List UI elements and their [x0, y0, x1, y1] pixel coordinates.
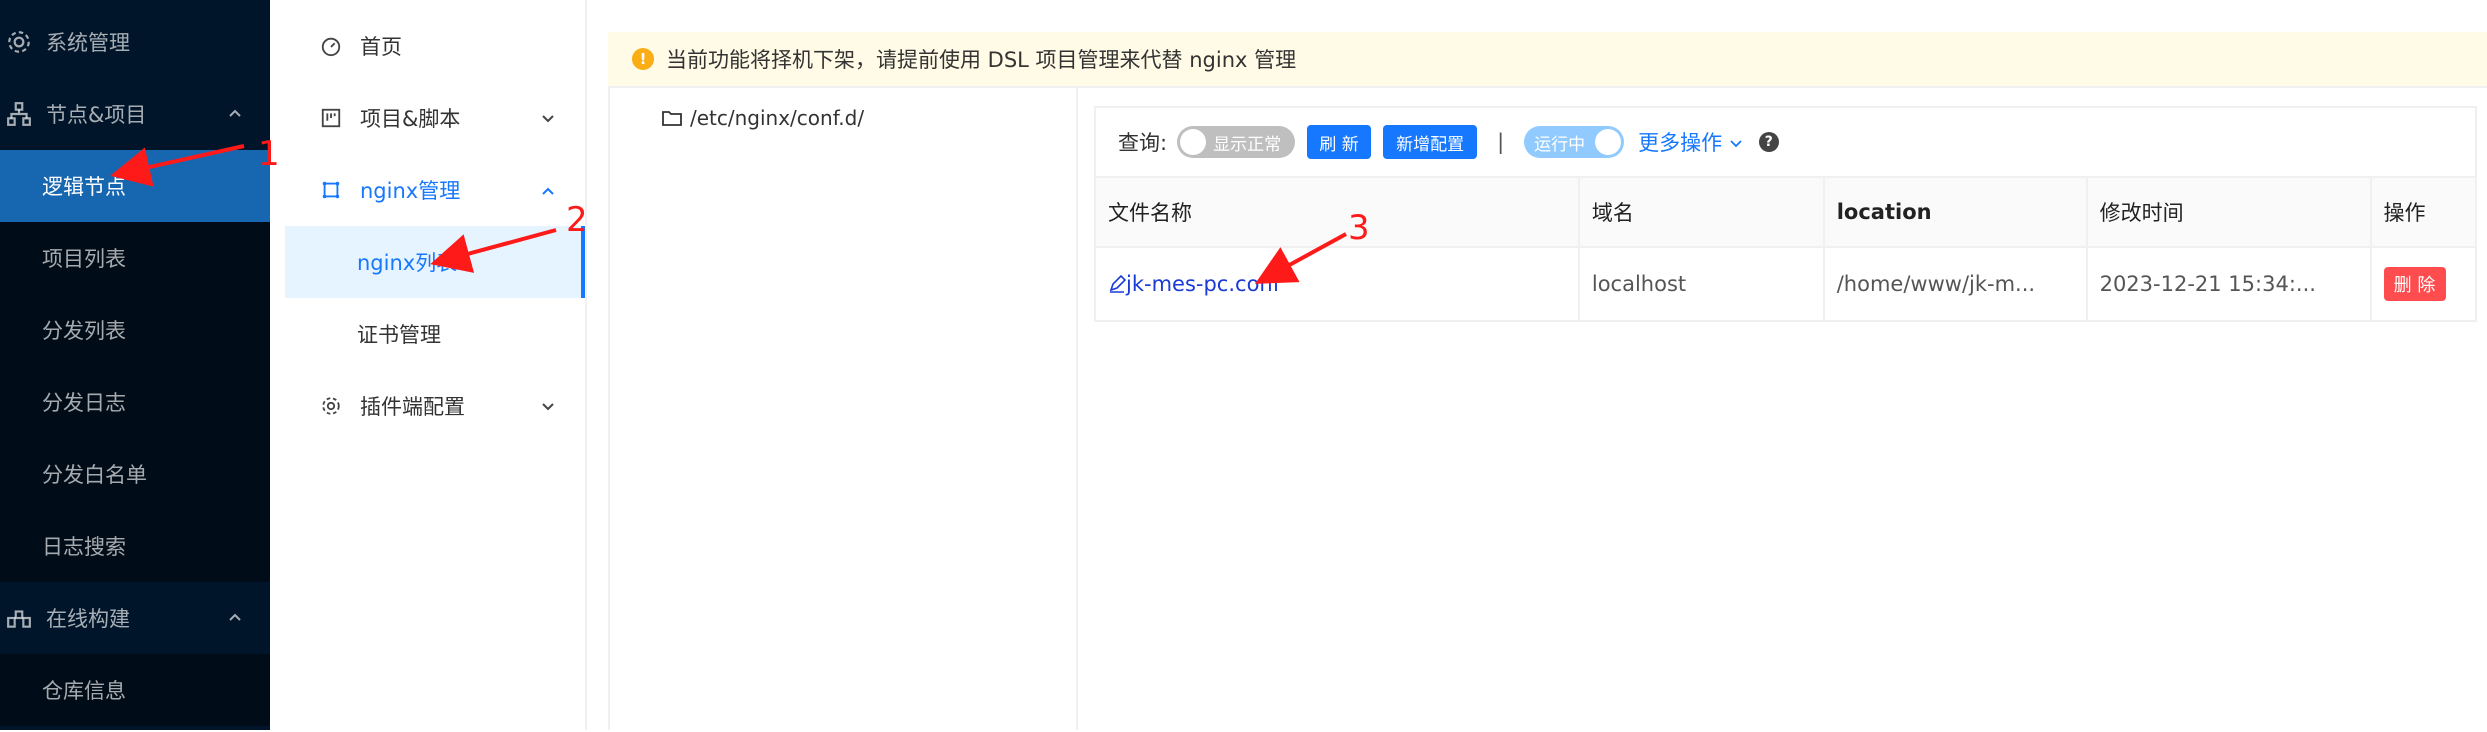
nginx-icon: [322, 181, 340, 199]
deprecation-notice: ! 当前功能将择机下架，请提前使用 DSL 项目管理来代替 nginx 管理: [608, 32, 2487, 86]
sitemap-icon: [7, 102, 31, 126]
gear-icon: [8, 31, 30, 53]
column-header-actions: 操作: [2369, 176, 2478, 248]
sidebar-item-dispatch-list[interactable]: 分发列表: [0, 294, 270, 366]
tree-node-conf-dir[interactable]: /etc/nginx/conf.d/: [662, 106, 864, 130]
sidebar-item-repo-info[interactable]: 仓库信息: [0, 654, 270, 726]
sidebar-item-label: 分发列表: [42, 319, 126, 343]
switch-knob: [1180, 129, 1207, 155]
menu-item-home[interactable]: 首页: [270, 10, 585, 82]
cell-filename: jk-mes-pc.conf: [1094, 246, 1580, 322]
edit-icon: [1109, 274, 1127, 293]
table-row: jk-mes-pc.conf localhost /home/www/jk-m.…: [1094, 246, 2478, 322]
sidebar-item-label: 项目列表: [42, 247, 126, 271]
more-actions-label: 更多操作: [1638, 131, 1723, 155]
build-icon: [7, 610, 31, 628]
sidebar-item-dispatch-whitelist[interactable]: 分发白名单: [0, 438, 270, 510]
refresh-button[interactable]: 刷 新: [1307, 125, 1372, 159]
sidebar-item-label: 在线构建: [46, 607, 130, 631]
sidebar-item-label: 节点&项目: [46, 103, 147, 127]
cell-domain: localhost: [1577, 246, 1825, 322]
sidebar-item-log-search[interactable]: 日志搜索: [0, 510, 270, 582]
gear-icon: [322, 397, 340, 415]
menu-item-label: 证书管理: [357, 323, 441, 347]
question-icon[interactable]: ?: [1758, 132, 1779, 152]
sidebar-item-label: 仓库信息: [42, 679, 126, 703]
sidebar-item-project-list[interactable]: 项目列表: [0, 222, 270, 294]
menu-item-project-script[interactable]: 项目&脚本: [270, 82, 585, 154]
sidebar-item-label: 日志搜索: [42, 535, 126, 559]
file-name: jk-mes-pc.conf: [1126, 272, 1281, 296]
cell-actions: 删 除: [2369, 246, 2478, 322]
menu-item-nginx-list[interactable]: nginx列表: [285, 226, 585, 298]
menu-item-label: 项目&脚本: [360, 107, 461, 131]
chevron-down-icon: [542, 403, 554, 411]
cell-location: /home/www/jk-m...: [1822, 246, 2088, 322]
menu-item-label: nginx管理: [360, 179, 461, 203]
main-sidebar: 系统管理 节点&项目 逻辑节点 项目列表 分发列表 分发日志 分发白名单 日志搜…: [0, 0, 270, 730]
switch-label: 运行中: [1534, 134, 1586, 155]
menu-item-label: 插件端配置: [360, 395, 465, 419]
sidebar-item-online-build[interactable]: 在线构建: [0, 582, 270, 654]
show-normal-switch[interactable]: 显示正常: [1177, 126, 1296, 158]
running-switch[interactable]: 运行中: [1524, 126, 1625, 158]
column-header-filename[interactable]: 文件名称: [1094, 176, 1580, 248]
chevron-down-icon: [1730, 140, 1742, 148]
column-header-domain[interactable]: 域名: [1577, 176, 1825, 248]
menu-item-cert-manage[interactable]: 证书管理: [270, 298, 585, 370]
secondary-menu: 首页 项目&脚本 nginx管理 nginx列表 证书管理 插件端配置: [270, 0, 587, 730]
notice-text: 当前功能将择机下架，请提前使用 DSL 项目管理来代替 nginx 管理: [666, 48, 1297, 72]
project-icon: [321, 108, 341, 128]
column-header-location[interactable]: location: [1822, 176, 2088, 248]
delete-button[interactable]: 删 除: [2383, 267, 2446, 301]
sidebar-item-node-project[interactable]: 节点&项目: [0, 78, 270, 150]
chevron-up-icon: [229, 613, 241, 621]
toolbar: 查询: 显示正常 刷 新 新增配置 | 运行中 更多操作 ?: [1094, 106, 2477, 176]
switch-label: 显示正常: [1213, 134, 1282, 155]
sidebar-item-label: 分发白名单: [42, 463, 147, 487]
menu-item-label: nginx列表: [357, 251, 458, 275]
query-label: 查询:: [1118, 131, 1168, 155]
sidebar-item-label: 分发日志: [42, 391, 126, 415]
menu-item-nginx-manage[interactable]: nginx管理: [270, 154, 585, 226]
nginx-config-table: 文件名称 域名 location 修改时间 操作 jk-mes-pc.conf …: [1094, 176, 2478, 322]
folder-icon: [662, 111, 682, 126]
exclamation-icon: !: [632, 48, 654, 70]
edit-file-link[interactable]: jk-mes-pc.conf: [1108, 272, 1280, 296]
menu-item-label: 首页: [360, 35, 402, 59]
sidebar-item-system[interactable]: 系统管理: [0, 6, 270, 78]
dashboard-icon: [321, 37, 341, 57]
chevron-up-icon: [229, 109, 241, 117]
annotation-number-2: 2: [566, 200, 588, 240]
sidebar-item-label: 系统管理: [46, 31, 130, 55]
chevron-down-icon: [542, 115, 554, 123]
chevron-up-icon: [542, 187, 554, 195]
sidebar-item-dispatch-log[interactable]: 分发日志: [0, 366, 270, 438]
cell-mtime: 2023-12-21 15:34:...: [2085, 246, 2372, 322]
add-config-button[interactable]: 新增配置: [1383, 125, 1478, 159]
menu-item-plugin-config[interactable]: 插件端配置: [270, 370, 585, 442]
toolbar-separator: |: [1497, 130, 1505, 154]
directory-tree-panel: /etc/nginx/conf.d/: [608, 86, 1078, 730]
annotation-number-1: 1: [258, 134, 280, 174]
table-header-row: 文件名称 域名 location 修改时间 操作: [1094, 176, 2478, 248]
sidebar-item-logic-node[interactable]: 逻辑节点: [0, 150, 270, 222]
sidebar-item-label: 逻辑节点: [42, 175, 126, 199]
nginx-list-panel: 查询: 显示正常 刷 新 新增配置 | 运行中 更多操作 ? 文件名称 域名 l…: [1078, 86, 2487, 732]
annotation-number-3: 3: [1348, 208, 1370, 248]
switch-knob: [1595, 129, 1622, 155]
more-actions-dropdown[interactable]: 更多操作: [1638, 127, 1743, 157]
tree-node-label: /etc/nginx/conf.d/: [690, 106, 865, 130]
column-header-mtime[interactable]: 修改时间: [2085, 176, 2372, 248]
